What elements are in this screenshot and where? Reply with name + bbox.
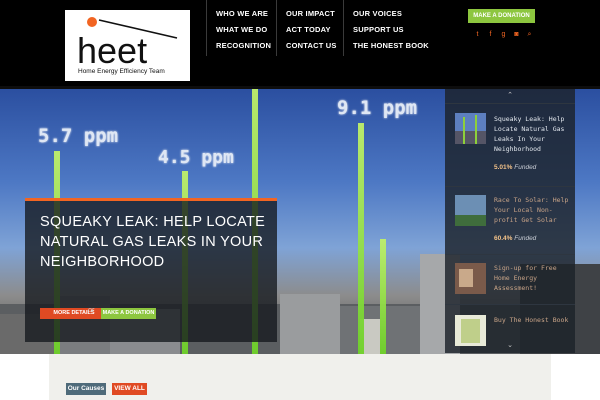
nav-contact-us[interactable]: CONTACT US — [286, 42, 337, 50]
nav-column-3: OUR VOICES SUPPORT US THE HONEST BOOK — [343, 0, 429, 56]
funded-status: 60.4% Funded — [494, 235, 536, 242]
funded-percent: 5.01% — [494, 164, 513, 171]
or-text: or — [88, 307, 95, 314]
googleplus-icon[interactable]: g — [500, 31, 507, 39]
chevron-down-icon[interactable]: ⌄ — [445, 340, 575, 352]
logo-tagline: Home Energy Efficiency Team — [78, 68, 165, 75]
list-item-title: Squeaky Leak: Help Locate Natural Gas Le… — [494, 115, 565, 153]
our-causes-tag: Our Causes — [66, 383, 106, 395]
chevron-up-icon[interactable]: ⌃ — [445, 90, 575, 102]
causes-section: Our Causes VIEW ALL — [49, 354, 551, 400]
list-item-title: Race To Solar: Help Your Local Non-profi… — [494, 196, 569, 224]
header-donate-button[interactable]: MAKE A DONATION — [468, 9, 535, 23]
list-item-title: Sign-up for Free Home Energy Assessment! — [494, 264, 557, 292]
nav-our-impact[interactable]: OUR IMPACT — [286, 10, 337, 18]
facebook-icon[interactable]: f — [487, 31, 494, 39]
social-links: t f g ◙ ⌕ — [474, 31, 533, 39]
heet-logo[interactable]: heet Home Energy Efficiency Team — [65, 10, 190, 81]
view-all-button[interactable]: VIEW ALL — [112, 383, 147, 395]
list-item[interactable]: Buy The Honest Book — [445, 304, 575, 346]
list-item-title: Buy The Honest Book — [494, 316, 569, 324]
nav-column-1: WHO WE ARE WHAT WE DO RECOGNITION — [206, 0, 271, 56]
cause-thumbnail — [455, 195, 486, 226]
logo-wordmark: heet — [77, 30, 147, 71]
site-header: heet Home Energy Efficiency Team WHO WE … — [0, 0, 600, 89]
nav-our-voices[interactable]: OUR VOICES — [353, 10, 429, 18]
funded-percent: 60.4% — [494, 235, 513, 242]
funded-status: 5.01% Funded — [494, 164, 536, 171]
list-item[interactable]: Race To Solar: Help Your Local Non-profi… — [445, 186, 575, 258]
instagram-icon[interactable]: ◙ — [513, 31, 520, 39]
ppm-label: 9.1 ppm — [337, 97, 418, 119]
featured-causes-list: ⌃ Squeaky Leak: Help Locate Natural Gas … — [445, 89, 575, 353]
nav-who-we-are[interactable]: WHO WE ARE — [216, 10, 271, 18]
funded-label: Funded — [514, 235, 537, 242]
nav-the-honest-book[interactable]: THE HONEST BOOK — [353, 42, 429, 50]
nav-what-we-do[interactable]: WHAT WE DO — [216, 26, 271, 34]
nav-act-today[interactable]: ACT TODAY — [286, 26, 337, 34]
search-icon[interactable]: ⌕ — [526, 31, 533, 39]
hero-title[interactable]: SQUEAKY LEAK: HELP LOCATE NATURAL GAS LE… — [40, 212, 272, 272]
leak-beam — [358, 123, 364, 354]
hero-caption-panel: SQUEAKY LEAK: HELP LOCATE NATURAL GAS LE… — [25, 198, 277, 342]
ppm-label: 4.5 ppm — [158, 147, 234, 168]
twitter-icon[interactable]: t — [474, 31, 481, 39]
cause-thumbnail — [455, 263, 486, 294]
funded-label: Funded — [514, 164, 537, 171]
leak-beam — [380, 239, 386, 354]
ppm-label: 5.7 ppm — [38, 125, 119, 147]
cause-thumbnail — [455, 113, 486, 144]
nav-column-2: OUR IMPACT ACT TODAY CONTACT US — [276, 0, 337, 56]
nav-support-us[interactable]: SUPPORT US — [353, 26, 429, 34]
list-item[interactable]: Squeaky Leak: Help Locate Natural Gas Le… — [445, 103, 575, 175]
hero-donate-button[interactable]: MAKE A DONATION — [101, 308, 156, 319]
nav-recognition[interactable]: RECOGNITION — [216, 42, 271, 50]
more-details-button[interactable]: MORE DETAILS — [40, 308, 108, 319]
